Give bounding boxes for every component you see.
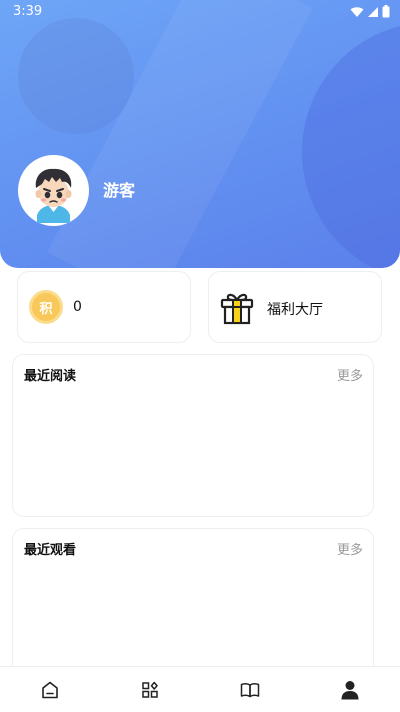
- header-decor-circle: [18, 18, 134, 134]
- tab-home[interactable]: [0, 667, 100, 712]
- avatar-cartoon-icon: [20, 157, 87, 224]
- status-bar: 3:39: [0, 0, 400, 24]
- profile-icon: [341, 680, 359, 699]
- section-title: 最近阅读: [24, 369, 77, 384]
- book-icon: [240, 682, 260, 697]
- username[interactable]: 游客: [103, 177, 135, 201]
- home-icon: [42, 681, 58, 698]
- battery-icon: [382, 5, 390, 18]
- gift-icon: [220, 293, 254, 325]
- header-decor-circle-large: [302, 22, 400, 268]
- tab-category[interactable]: [100, 667, 200, 712]
- section-title: 最近观看: [24, 543, 77, 558]
- points-value: 0: [73, 299, 82, 315]
- welfare-hall-label: 福利大厅: [267, 302, 323, 318]
- status-icons: [350, 5, 390, 18]
- avatar[interactable]: [18, 155, 89, 226]
- points-card[interactable]: 积 0: [17, 271, 191, 343]
- signal-icon: [368, 6, 378, 17]
- recent-watching-section: 最近观看 更多: [12, 528, 374, 688]
- wifi-icon: [350, 6, 364, 17]
- more-link[interactable]: 更多: [337, 365, 363, 384]
- category-icon: [142, 681, 158, 698]
- points-badge-icon: 积: [29, 290, 63, 324]
- profile-header: 3:39 游客: [0, 0, 400, 268]
- welfare-hall-card[interactable]: 福利大厅: [208, 271, 382, 343]
- status-time: 3:39: [13, 4, 43, 19]
- more-link[interactable]: 更多: [337, 539, 363, 558]
- recent-reading-section: 最近阅读 更多: [12, 354, 374, 517]
- tab-profile[interactable]: [300, 667, 400, 712]
- tab-bookshelf[interactable]: [200, 667, 300, 712]
- bottom-tab-bar: [0, 666, 400, 712]
